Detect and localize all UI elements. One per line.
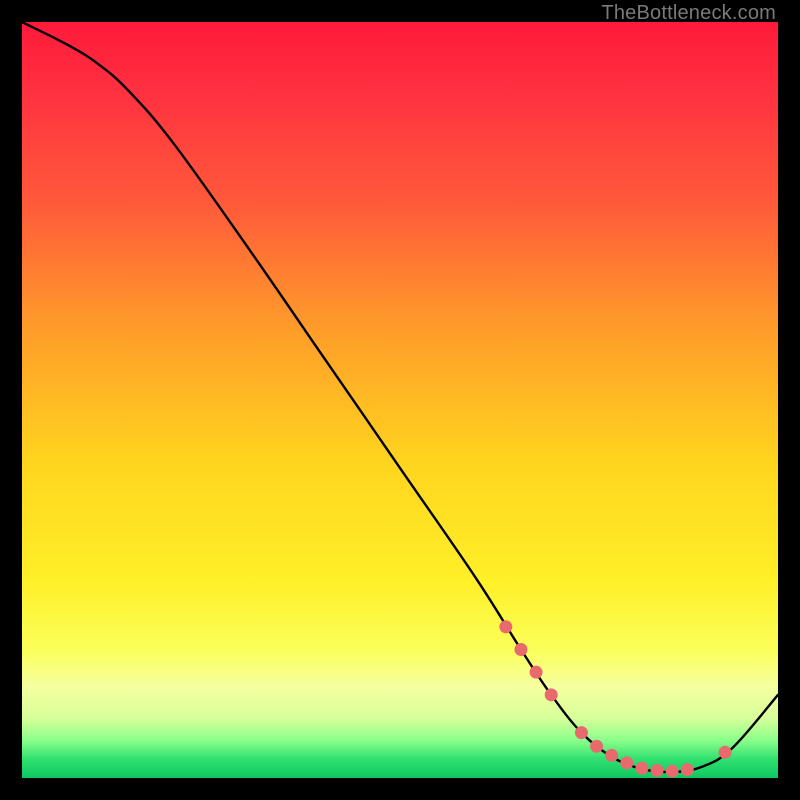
marker-dot: [719, 746, 732, 759]
curve-line: [22, 22, 778, 772]
marker-dot: [651, 764, 664, 777]
marker-dot: [635, 762, 648, 775]
marker-dot: [530, 666, 543, 679]
chart-svg: [22, 22, 778, 778]
marker-dot: [620, 756, 633, 769]
chart-frame: TheBottleneck.com: [0, 0, 800, 800]
marker-dot: [514, 643, 527, 656]
marker-dot: [666, 765, 679, 778]
marker-dots: [499, 620, 731, 777]
marker-dot: [499, 620, 512, 633]
marker-dot: [575, 726, 588, 739]
marker-dot: [681, 763, 694, 776]
plot-area: [22, 22, 778, 778]
marker-dot: [590, 740, 603, 753]
marker-dot: [545, 688, 558, 701]
marker-dot: [605, 749, 618, 762]
